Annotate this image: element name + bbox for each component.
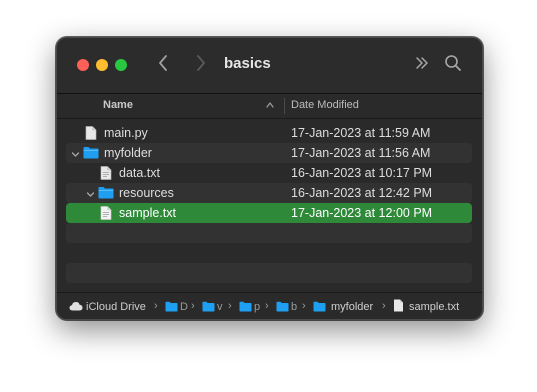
file-name: main.py xyxy=(104,126,148,140)
document-icon xyxy=(100,206,112,223)
file-row-data-txt[interactable]: data.txt 16-Jan-2023 at 10:17 PM xyxy=(66,163,472,183)
chevron-left-icon xyxy=(159,55,167,71)
path-separator-icon: › xyxy=(302,300,306,312)
file-date: 16-Jan-2023 at 10:17 PM xyxy=(291,166,433,180)
forward-button[interactable] xyxy=(195,53,207,73)
folder-icon xyxy=(313,301,326,315)
column-divider[interactable] xyxy=(284,98,285,114)
sort-ascending-icon[interactable] xyxy=(265,98,275,115)
file-date: 17-Jan-2023 at 11:56 AM xyxy=(291,146,431,160)
file-row-main-py[interactable]: main.py 17-Jan-2023 at 11:59 AM xyxy=(66,123,472,143)
path-separator-icon: › xyxy=(228,300,232,312)
path-item[interactable]: b xyxy=(291,301,297,313)
path-item-sample-txt[interactable]: sample.txt xyxy=(409,301,459,313)
file-row-sample-txt[interactable]: sample.txt 17-Jan-2023 at 12:00 PM xyxy=(66,203,472,223)
path-item-myfolder[interactable]: myfolder xyxy=(331,301,373,313)
search-icon xyxy=(445,55,461,71)
minimize-button[interactable] xyxy=(96,59,108,71)
file-row-resources[interactable]: resources 16-Jan-2023 at 12:42 PM xyxy=(66,183,472,203)
folder-icon xyxy=(202,301,215,315)
double-chevron-right-icon xyxy=(416,57,428,69)
more-toolbar-button[interactable] xyxy=(414,54,430,77)
close-button[interactable] xyxy=(77,59,89,71)
path-item[interactable]: v xyxy=(217,301,223,313)
folder-icon xyxy=(276,301,289,315)
folder-icon xyxy=(165,301,178,315)
path-item-icloud-drive[interactable]: iCloud Drive xyxy=(86,301,146,313)
name-column-header[interactable]: Name xyxy=(103,99,133,111)
file-date: 17-Jan-2023 at 11:59 AM xyxy=(291,126,431,140)
cloud-icon xyxy=(69,301,83,314)
file-name: resources xyxy=(119,186,174,200)
document-icon xyxy=(393,299,404,315)
path-separator-icon: › xyxy=(382,300,386,312)
folder-icon xyxy=(98,186,114,202)
date-modified-column-header[interactable]: Date Modified xyxy=(291,99,359,111)
folder-icon xyxy=(83,146,99,162)
path-item[interactable]: p xyxy=(254,301,260,313)
empty-row xyxy=(66,263,472,283)
path-item[interactable]: D xyxy=(180,301,188,313)
file-name: sample.txt xyxy=(119,206,176,220)
document-icon xyxy=(100,166,112,183)
folder-icon xyxy=(239,301,252,315)
document-icon xyxy=(85,126,97,143)
empty-row xyxy=(66,223,472,243)
file-date: 17-Jan-2023 at 12:00 PM xyxy=(291,206,433,220)
path-separator-icon: › xyxy=(154,300,158,312)
title-bar: basics xyxy=(57,38,482,94)
disclosure-expanded-icon[interactable] xyxy=(71,148,80,162)
file-name: data.txt xyxy=(119,166,160,180)
window-title: basics xyxy=(224,55,271,72)
zoom-button[interactable] xyxy=(115,59,127,71)
path-separator-icon: › xyxy=(265,300,269,312)
path-bar: iCloud Drive › D › v › p › b › myfolder … xyxy=(57,292,482,319)
file-row-myfolder[interactable]: myfolder 17-Jan-2023 at 11:56 AM xyxy=(66,143,472,163)
back-button[interactable] xyxy=(157,53,169,73)
search-button[interactable] xyxy=(444,54,462,77)
disclosure-expanded-icon[interactable] xyxy=(86,188,95,202)
column-header: Name Date Modified xyxy=(57,94,482,119)
path-separator-icon: › xyxy=(191,300,195,312)
file-name: myfolder xyxy=(104,146,152,160)
chevron-right-icon xyxy=(197,55,205,71)
file-date: 16-Jan-2023 at 12:42 PM xyxy=(291,186,433,200)
finder-window: basics Name Date Modified main.py 17-Jan… xyxy=(56,37,483,320)
